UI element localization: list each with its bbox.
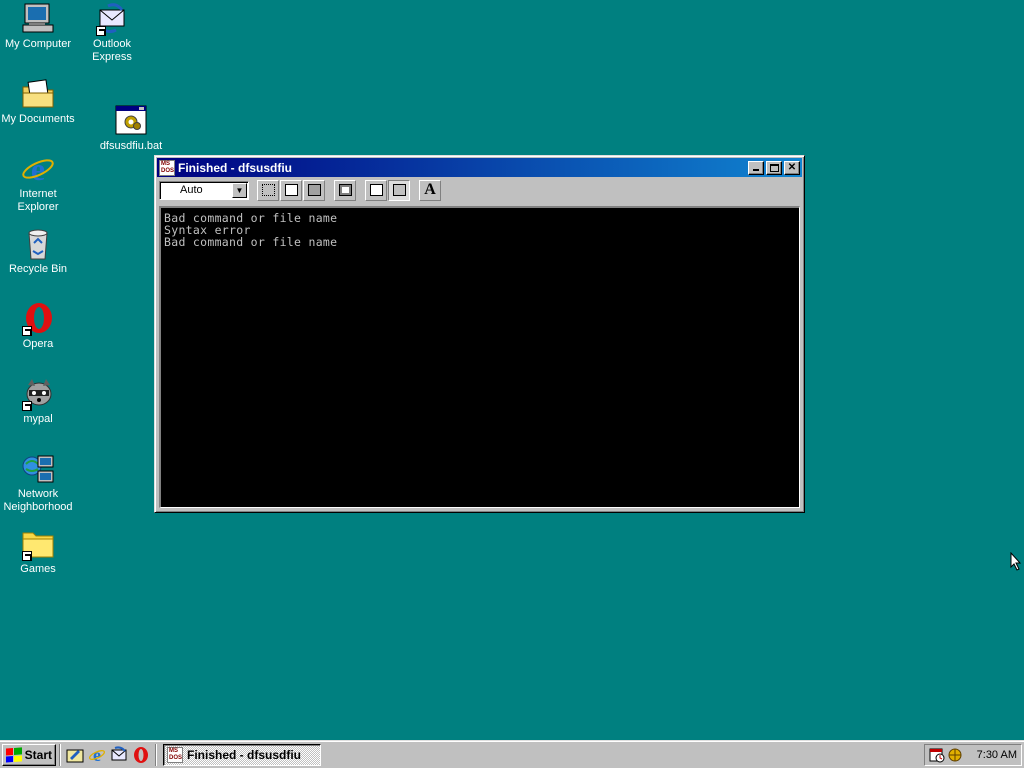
minimize-icon [753, 168, 759, 171]
desktop-icon-opera[interactable]: Opera [0, 302, 76, 351]
window-titlebar[interactable]: MS DOS Finished - dfsusdfiu ✕ [157, 158, 802, 177]
network-neighborhood-icon [20, 452, 56, 486]
window-title: Finished - dfsusdfiu [178, 160, 292, 175]
quick-launch-ie[interactable]: e [86, 744, 108, 766]
desktop-icon-label: Internet Explorer [17, 188, 59, 213]
console-line: Bad command or file name [164, 211, 338, 225]
close-button[interactable]: ✕ [784, 160, 800, 175]
mypal-icon [20, 377, 56, 411]
internet-explorer-icon: e [88, 746, 106, 764]
svg-text:e: e [31, 152, 45, 186]
desktop-icon-label: Network Neighborhood [3, 488, 73, 513]
paste-icon [307, 184, 321, 196]
shortcut-arrow-icon [22, 551, 32, 561]
close-icon: ✕ [787, 161, 797, 173]
window-toolbar: Auto ▼ A [157, 177, 802, 203]
desktop-icon-internet-explorer[interactable]: e Internet Explorer [0, 151, 76, 214]
properties-icon [369, 184, 383, 196]
mouse-cursor-icon [1010, 552, 1022, 571]
mark-icon [261, 184, 275, 196]
shortcut-arrow-icon [22, 326, 32, 336]
paste-button[interactable] [303, 179, 325, 201]
my-documents-icon [20, 77, 56, 111]
desktop-icon-my-documents[interactable]: My Documents [0, 77, 76, 126]
scheduler-icon[interactable] [929, 747, 945, 763]
maximize-icon [770, 163, 779, 172]
properties-button[interactable] [365, 179, 387, 201]
desktop-icon-batch-file[interactable]: dfsusdfiu.bat [93, 104, 169, 153]
show-desktop-button[interactable] [64, 744, 86, 766]
desktop-icon-label: Recycle Bin [8, 263, 68, 275]
internet-explorer-icon: e [20, 151, 56, 187]
desktop-icon-recycle-bin[interactable]: Recycle Bin [0, 227, 76, 276]
quick-launch-opera[interactable] [130, 744, 152, 766]
background-button[interactable] [388, 179, 410, 201]
svg-text:e: e [93, 746, 101, 764]
network-tray-icon[interactable] [947, 747, 963, 763]
clock[interactable]: 7:30 AM [977, 749, 1017, 761]
desktop-icon-label: mypal [23, 413, 53, 425]
show-desktop-icon [66, 749, 84, 762]
desktop-icon-mypal[interactable]: mypal [0, 377, 76, 426]
desktop-icon-network-neighborhood[interactable]: Network Neighborhood [0, 452, 76, 514]
quick-launch-outlook[interactable] [108, 744, 130, 766]
minimize-button[interactable] [748, 160, 764, 175]
opera-icon [134, 746, 148, 763]
console-output[interactable]: Bad command or file name Syntax error Ba… [159, 206, 800, 508]
windows-logo-icon [6, 746, 22, 763]
msdos-app-icon: MS DOS [167, 746, 183, 763]
font-size-select[interactable]: Auto ▼ [159, 180, 249, 200]
outlook-express-icon [111, 745, 127, 760]
font-size-value: Auto [180, 184, 203, 196]
desktop-icon-label: Games [20, 563, 56, 575]
desktop-icon-label: Outlook Express [92, 38, 132, 63]
shortcut-arrow-icon [22, 401, 32, 411]
full-screen-icon [338, 184, 352, 196]
maximize-button[interactable] [766, 160, 782, 175]
start-button[interactable]: Start [2, 743, 56, 766]
msdos-window[interactable]: MS DOS Finished - dfsusdfiu ✕ Auto ▼ A Ba… [154, 155, 805, 513]
dropdown-arrow-icon[interactable]: ▼ [232, 182, 247, 198]
desktop-icon-label: My Documents [1, 113, 75, 125]
shortcut-arrow-icon [96, 26, 106, 36]
desktop-icon-label: My Computer [4, 38, 72, 50]
folder-icon [20, 527, 56, 561]
font-icon: A [424, 181, 436, 198]
my-computer-icon [20, 2, 56, 36]
start-label: Start [24, 747, 52, 762]
full-screen-button[interactable] [334, 179, 356, 201]
console-line: Bad command or file name [164, 235, 338, 249]
copy-icon [284, 184, 298, 196]
desktop-icon-label: dfsusdfiu.bat [99, 140, 163, 152]
mark-button[interactable] [257, 179, 279, 201]
taskbar: Start e MS DOS Finished - dfsusdfiu 7:30… [0, 740, 1024, 768]
msdos-app-icon[interactable]: MS DOS [159, 159, 175, 176]
font-button[interactable]: A [419, 179, 441, 201]
taskbar-window-label: Finished - dfsusdfiu [187, 747, 301, 762]
background-icon [392, 184, 406, 196]
copy-button[interactable] [280, 179, 302, 201]
system-tray: 7:30 AM [924, 743, 1022, 766]
batch-file-icon [113, 104, 149, 138]
outlook-express-icon [94, 2, 130, 36]
desktop-icon-outlook-express[interactable]: Outlook Express [74, 2, 150, 64]
desktop-icon-label: Opera [22, 338, 54, 350]
recycle-bin-icon [20, 227, 56, 261]
desktop-icon-my-computer[interactable]: My Computer [0, 2, 76, 51]
taskbar-window-button[interactable]: MS DOS Finished - dfsusdfiu [163, 743, 321, 766]
opera-icon [20, 302, 56, 336]
desktop-icon-games[interactable]: Games [0, 527, 76, 576]
